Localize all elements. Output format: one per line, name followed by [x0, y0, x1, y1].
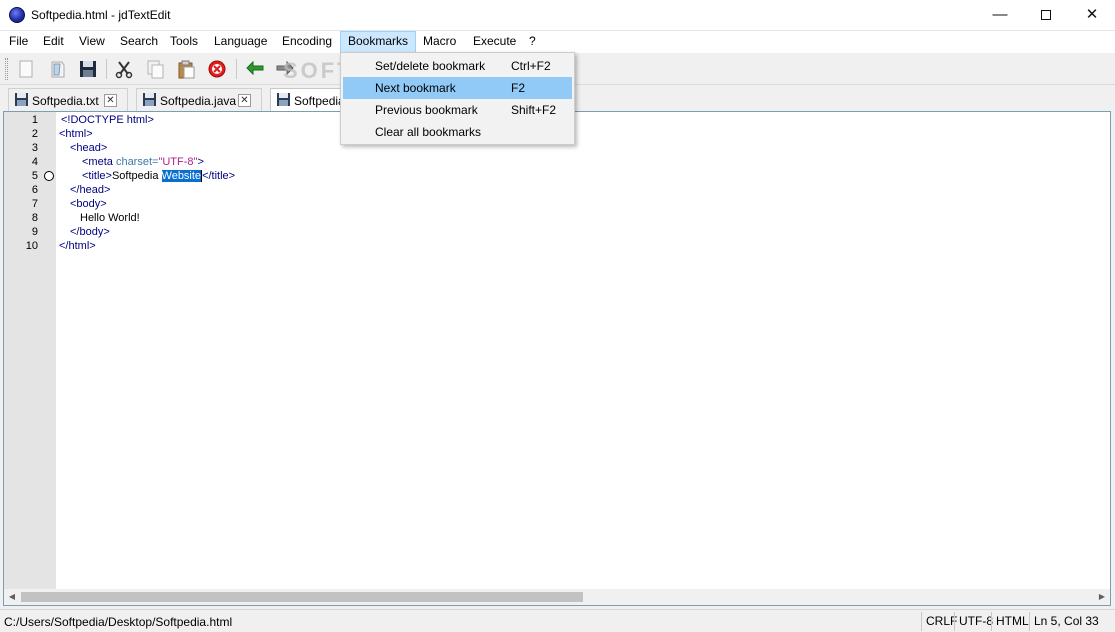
code-line: </html>	[59, 240, 96, 252]
title-bar: Softpedia.html - jdTextEdit — ✕	[0, 0, 1115, 31]
code-line: <html>	[59, 128, 93, 140]
code-line: </head>	[70, 184, 111, 196]
menu-item-label: Set/delete bookmark	[375, 59, 486, 73]
scroll-left-icon[interactable]: ◀	[4, 589, 20, 605]
code-token: >	[197, 156, 204, 168]
cut-icon[interactable]	[112, 57, 136, 81]
maximize-button[interactable]	[1023, 0, 1069, 31]
menu-item-shortcut: Shift+F2	[511, 103, 557, 117]
line-number: 6	[31, 184, 38, 196]
selected-text: Website	[161, 170, 202, 182]
save-icon	[143, 93, 156, 106]
code-token: Softpedia	[111, 170, 162, 182]
menu-next-bookmark[interactable]: Next bookmark F2	[343, 77, 572, 99]
code-token: "UTF-8"	[158, 156, 198, 168]
toolbar-separator	[106, 59, 107, 79]
menu-language[interactable]: Language	[207, 31, 274, 53]
line-number: 4	[31, 156, 38, 168]
tab-label: Softpedia.java	[160, 94, 237, 108]
code-line: <title>Softpedia Website</title>	[82, 169, 235, 183]
code-token: charset=	[112, 156, 159, 168]
menu-help[interactable]: ?	[522, 31, 543, 53]
menu-item-label: Next bookmark	[375, 81, 456, 95]
menu-tools[interactable]: Tools	[163, 31, 205, 53]
menu-bookmarks[interactable]: Bookmarks	[340, 31, 417, 53]
bookmark-marker-icon[interactable]	[44, 171, 54, 181]
code-token: <title>	[82, 170, 112, 182]
tab-softpedia-html[interactable]: Softpedia	[270, 88, 345, 112]
menu-item-shortcut: F2	[511, 81, 526, 95]
new-file-icon[interactable]	[14, 57, 38, 81]
code-token: </title>	[202, 170, 236, 182]
line-number: 1	[31, 114, 38, 126]
window-title: Softpedia.html - jdTextEdit	[31, 8, 171, 22]
close-button[interactable]: ✕	[1069, 0, 1115, 31]
tab-softpedia-txt[interactable]: Softpedia.txt ✕	[8, 88, 128, 111]
menu-item-label: Previous bookmark	[375, 103, 478, 117]
copy-icon[interactable]	[143, 57, 167, 81]
close-tab-icon[interactable]: ✕	[238, 94, 251, 107]
menu-previous-bookmark[interactable]: Previous bookmark Shift+F2	[343, 99, 572, 121]
code-line: <!DOCTYPE html>	[61, 114, 154, 126]
menu-item-shortcut: Ctrl+F2	[511, 59, 551, 73]
menu-encoding[interactable]: Encoding	[275, 31, 339, 53]
line-number: 5	[31, 170, 38, 182]
menu-search[interactable]: Search	[113, 31, 165, 53]
code-editor[interactable]: 1 2 3 4 5 6 7 8 9 10 <!DOCTYPE html> <ht…	[3, 111, 1111, 606]
code-line: <meta charset="UTF-8">	[82, 155, 204, 169]
undo-icon[interactable]	[243, 57, 267, 81]
status-bar: C:/Users/Softpedia/Desktop/Softpedia.htm…	[0, 609, 1115, 632]
code-line: <body>	[70, 198, 107, 210]
save-icon[interactable]	[76, 57, 100, 81]
app-icon	[9, 7, 25, 23]
scroll-right-icon[interactable]: ▶	[1094, 589, 1110, 605]
maximize-icon	[1041, 10, 1051, 20]
tab-label: Softpedia	[294, 94, 345, 108]
menu-execute[interactable]: Execute	[466, 31, 523, 53]
line-number: 2	[31, 128, 38, 140]
toolbar-grip[interactable]	[5, 58, 8, 80]
code-token: <meta	[82, 156, 113, 168]
open-file-icon[interactable]	[46, 57, 70, 81]
menu-view[interactable]: View	[72, 31, 112, 53]
save-icon	[277, 93, 290, 106]
status-file-path: C:/Users/Softpedia/Desktop/Softpedia.htm…	[4, 615, 233, 629]
line-number: 3	[31, 142, 38, 154]
delete-icon[interactable]	[205, 57, 229, 81]
line-number-gutter[interactable]: 1 2 3 4 5 6 7 8 9 10	[4, 112, 56, 589]
scrollbar-thumb[interactable]	[21, 592, 583, 602]
menu-set-delete-bookmark[interactable]: Set/delete bookmark Ctrl+F2	[343, 55, 572, 77]
code-line: Hello World!	[80, 212, 140, 224]
line-number: 10	[25, 240, 38, 252]
horizontal-scrollbar[interactable]: ◀ ▶	[4, 589, 1110, 605]
line-number: 7	[31, 198, 38, 210]
menu-file[interactable]: File	[2, 31, 35, 53]
minimize-button[interactable]: —	[977, 0, 1023, 31]
tab-softpedia-java[interactable]: Softpedia.java ✕	[136, 88, 262, 111]
line-number: 9	[31, 226, 38, 238]
save-icon	[15, 93, 28, 106]
status-position: Ln 5, Col 33	[1029, 612, 1103, 631]
status-language: HTML	[991, 612, 1033, 631]
menu-item-label: Clear all bookmarks	[375, 125, 482, 139]
menu-edit[interactable]: Edit	[36, 31, 71, 53]
menu-macro[interactable]: Macro	[416, 31, 463, 53]
code-line: <head>	[70, 142, 108, 154]
line-number: 8	[31, 212, 38, 224]
menu-bar: File Edit View Search Tools Language Enc…	[0, 31, 1115, 53]
code-line: </body>	[70, 226, 110, 238]
close-tab-icon[interactable]: ✕	[104, 94, 117, 107]
tab-label: Softpedia.txt	[32, 94, 99, 108]
bookmarks-dropdown: Set/delete bookmark Ctrl+F2 Next bookmar…	[340, 52, 575, 145]
paste-icon[interactable]	[174, 57, 198, 81]
menu-clear-all-bookmarks[interactable]: Clear all bookmarks	[343, 121, 572, 143]
toolbar-separator	[236, 59, 237, 79]
